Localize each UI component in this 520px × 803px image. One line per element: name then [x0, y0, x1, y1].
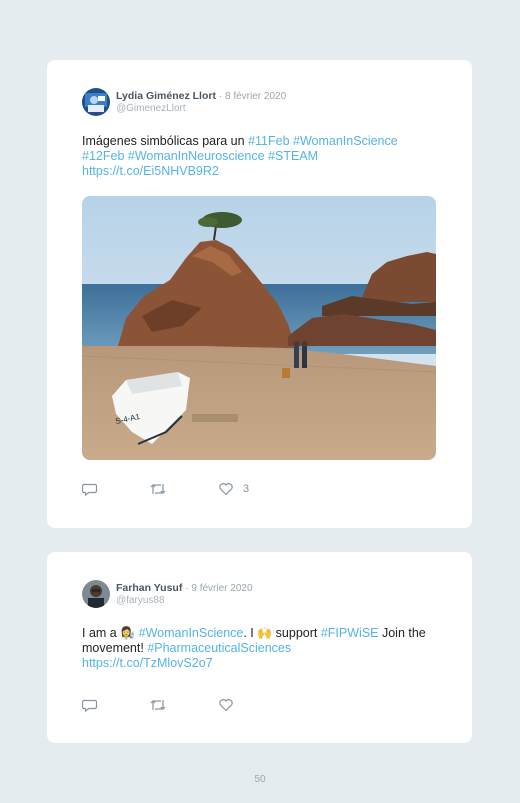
reply-icon	[82, 482, 98, 496]
reply-icon	[82, 698, 98, 712]
author-line: Lydia Giménez Llort · 8 février 2020	[116, 90, 286, 102]
author-line: Farhan Yusuf · 9 février 2020	[116, 582, 253, 594]
page-number: 50	[254, 774, 266, 785]
hashtag[interactable]: #STEAM	[268, 149, 318, 163]
tweet-header: Lydia Giménez Llort · 8 février 2020 @Gi…	[82, 88, 437, 128]
author-handle[interactable]: @faryus88	[116, 595, 165, 606]
tweet-header: Farhan Yusuf · 9 février 2020 @faryus88	[82, 580, 437, 620]
like-button[interactable]: 3	[218, 482, 249, 496]
raised-hands-emoji: 🙌	[257, 626, 273, 640]
tweet-text: Imágenes simbólicas para un #11Feb #Woma…	[82, 134, 437, 179]
tweet-actions: 3	[82, 482, 437, 500]
retweet-icon	[149, 698, 167, 712]
tweet-text-part: . I	[243, 626, 258, 640]
hashtag[interactable]: #WomanInNeuroscience	[128, 149, 265, 163]
like-button[interactable]	[218, 698, 234, 712]
tweet-date[interactable]: · 9 février 2020	[185, 583, 252, 594]
tweet-link[interactable]: https://t.co/TzMlovS2o7	[82, 656, 213, 670]
author-name[interactable]: Farhan Yusuf	[116, 582, 182, 594]
tweet-text-part: I am a	[82, 626, 121, 640]
author-handle[interactable]: @GimenezLlort	[116, 103, 186, 114]
retweet-button[interactable]	[149, 698, 167, 712]
hashtag[interactable]: #PharmaceuticalSciences	[147, 641, 291, 655]
scientist-emoji: 👩‍🔬	[120, 626, 136, 640]
tweet-date[interactable]: · 8 février 2020	[219, 91, 286, 102]
heart-icon	[218, 482, 234, 496]
heart-icon	[218, 698, 234, 712]
hashtag[interactable]: #WomanInScience	[293, 134, 398, 148]
retweet-icon	[149, 482, 167, 496]
hashtag[interactable]: #FIPWiSE	[321, 626, 379, 640]
avatar[interactable]	[82, 88, 110, 116]
tweet-actions	[82, 698, 437, 716]
like-count: 3	[243, 483, 250, 495]
tweet-photo[interactable]: S-4-A1	[82, 196, 436, 460]
tweet-card: Lydia Giménez Llort · 8 février 2020 @Gi…	[47, 60, 472, 528]
tweet-text: I am a 👩‍🔬 #WomanInScience. I 🙌 support …	[82, 626, 437, 671]
hashtag[interactable]: #WomanInScience	[139, 626, 244, 640]
tweet-text-part: support	[272, 626, 321, 640]
tweet-text-plain: Imágenes simbólicas para un	[82, 134, 249, 148]
retweet-button[interactable]	[149, 482, 167, 496]
author-name[interactable]: Lydia Giménez Llort	[116, 90, 216, 102]
reply-button[interactable]	[82, 698, 98, 712]
reply-button[interactable]	[82, 482, 98, 496]
avatar[interactable]	[82, 580, 110, 608]
hashtag[interactable]: #11Feb	[248, 134, 289, 148]
beach-photo: S-4-A1	[82, 196, 436, 460]
tweet-card: Farhan Yusuf · 9 février 2020 @faryus88 …	[47, 552, 472, 743]
tweet-link[interactable]: https://t.co/Ei5NHVB9R2	[82, 164, 219, 178]
hashtag[interactable]: #12Feb	[82, 149, 124, 163]
